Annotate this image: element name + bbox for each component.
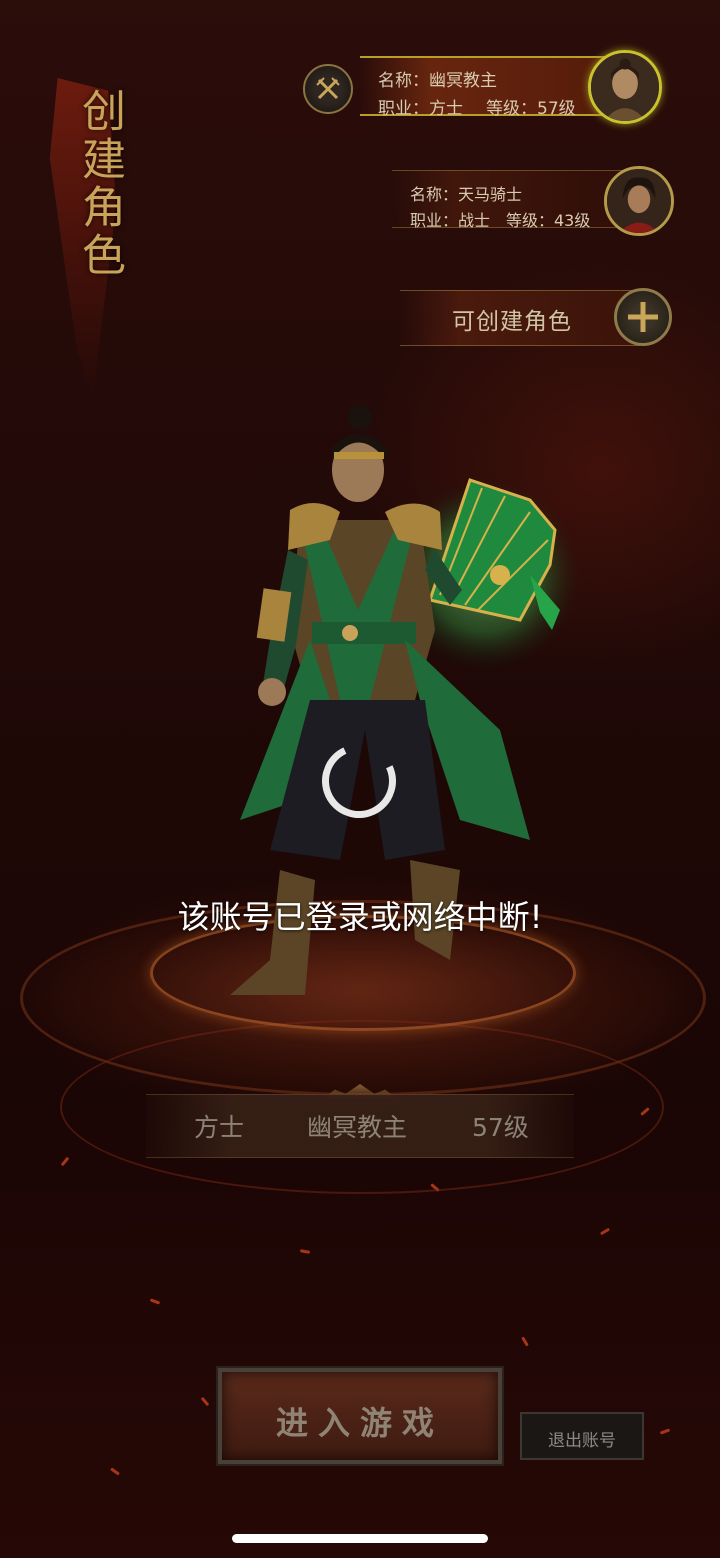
role-card-1[interactable]: 名称：幽冥教主 职业：方士 等级：57级 — [360, 50, 688, 124]
logout-label: 退出账号 — [548, 1431, 616, 1451]
create-role-button[interactable]: 可创建角色 — [400, 288, 680, 346]
avatar — [588, 50, 662, 124]
logout-button[interactable]: 退出账号 — [520, 1412, 644, 1460]
enter-game-label: 进入游戏 — [275, 1404, 444, 1442]
info-name: 幽冥教主 — [307, 1113, 408, 1142]
create-role-label: 可创建角色 — [452, 309, 572, 335]
enter-game-button[interactable]: 进入游戏 — [216, 1366, 504, 1466]
role-class: 职业：方士 — [378, 99, 463, 119]
avatar — [604, 166, 674, 236]
info-level: 57级 — [472, 1113, 529, 1142]
role-level: 等级：43级 — [506, 211, 591, 230]
loading-message: 该账号已登录或网络中断! — [177, 898, 543, 936]
role-level: 等级：57级 — [486, 99, 576, 119]
home-indicator[interactable] — [232, 1534, 488, 1543]
role-class: 职业：战士 — [410, 211, 491, 230]
page-title: 创建角色 — [74, 88, 125, 280]
role-card-2[interactable]: 名称：天马骑士 职业：战士 等级：43级 — [392, 164, 688, 236]
role-name: 名称：幽冥教主 — [378, 71, 497, 91]
delete-role-button[interactable] — [303, 64, 353, 114]
plus-icon — [614, 288, 672, 346]
info-class: 方士 — [194, 1113, 245, 1142]
crossed-swords-icon — [316, 77, 340, 100]
role-name: 名称：天马骑士 — [410, 185, 523, 204]
